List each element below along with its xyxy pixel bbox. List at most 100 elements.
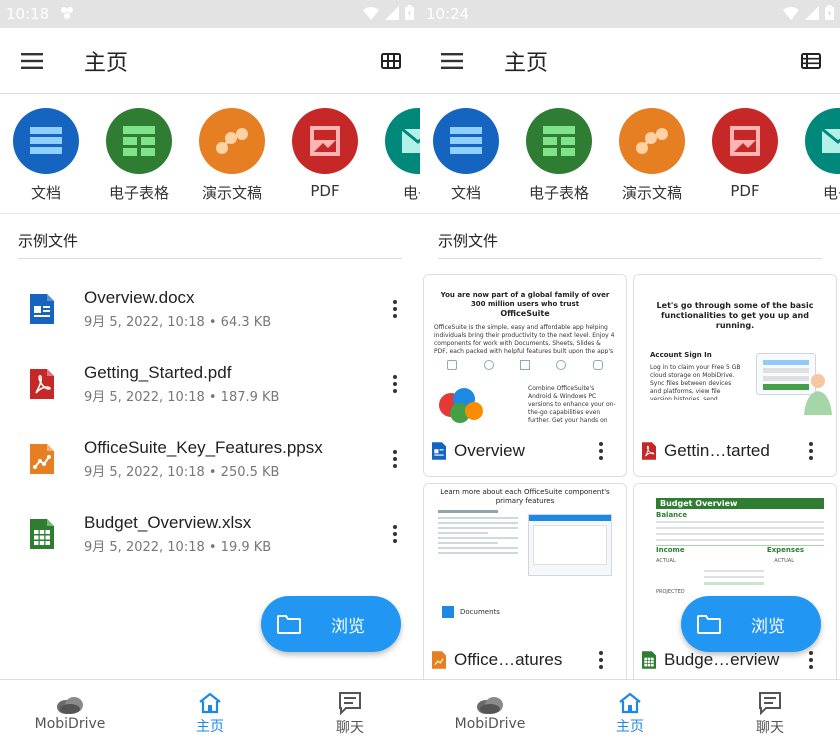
more-options-icon[interactable] (380, 449, 410, 468)
mail-icon (385, 108, 420, 174)
signal-icon (805, 5, 819, 24)
browse-button[interactable]: 浏览 (261, 596, 401, 652)
category-strip: 文档 电子表格 演示文稿 PDF 电 (0, 94, 420, 214)
presentations-icon (619, 108, 685, 174)
category-presentations[interactable]: 演示文稿 (618, 108, 686, 203)
cloud-icon (57, 696, 83, 714)
category-spreadsheets[interactable]: 电子表格 (525, 108, 593, 203)
spreadsheets-icon (106, 108, 172, 174)
nav-label: 主页 (616, 718, 644, 735)
thumb-text: Budget Overview (656, 498, 824, 509)
nav-label: MobiDrive (454, 715, 526, 732)
category-label: 电子 (402, 184, 420, 202)
file-card[interactable]: You are now part of a global family of o… (423, 274, 627, 477)
category-pdf[interactable]: PDF (291, 108, 359, 200)
more-options-icon[interactable] (380, 374, 410, 393)
documents-icon (13, 108, 79, 174)
more-options-icon[interactable] (380, 299, 410, 318)
bottom-nav: MobiDrive 主页 聊天 (0, 679, 420, 747)
grid-view-toggle[interactable] (362, 28, 420, 94)
nav-home[interactable]: 主页 (560, 680, 700, 747)
browse-label: 浏览 (751, 616, 785, 637)
thumb-row: ACTUAL ACTUAL (656, 558, 824, 564)
section-divider (438, 258, 822, 259)
file-meta: 9月 5, 2022, 10:18 • 250.5 KB (84, 464, 280, 480)
list-item[interactable]: Getting_Started.pdf 9月 5, 2022, 10:18 • … (0, 346, 420, 421)
file-name: Overview (454, 441, 525, 460)
section-title: 示例文件 (438, 232, 499, 250)
category-presentations[interactable]: 演示文稿 (198, 108, 266, 203)
home-icon (619, 692, 641, 713)
mail-icon (805, 108, 840, 174)
list-item[interactable]: Overview.docx 9月 5, 2022, 10:18 • 64.3 K… (0, 271, 420, 346)
browse-button[interactable]: 浏览 (681, 596, 821, 652)
status-time: 10:18 (6, 5, 50, 23)
hamburger-icon (441, 52, 463, 69)
category-label: 文档 (30, 184, 61, 202)
wifi-icon (363, 5, 379, 24)
page-title: 主页 (84, 50, 129, 76)
nav-label: 主页 (196, 718, 224, 735)
category-label: 演示文稿 (201, 184, 262, 202)
thumb-text: Let's go through some of the basic funct… (656, 301, 814, 330)
thumb-lines (656, 521, 824, 541)
battery-icon (405, 4, 414, 24)
more-options-icon[interactable] (796, 442, 826, 460)
spreadsheets-icon (526, 108, 592, 174)
thumb-stats (424, 354, 626, 370)
file-card[interactable]: Let's go through some of the basic funct… (633, 274, 837, 477)
thumb-text: Balance (656, 511, 688, 519)
list-item[interactable]: Budget_Overview.xlsx 9月 5, 2022, 10:18 •… (0, 496, 420, 571)
list-item[interactable]: OfficeSuite_Key_Features.ppsx 9月 5, 2022… (0, 421, 420, 496)
grid-view-icon (381, 52, 401, 69)
more-options-icon[interactable] (586, 442, 616, 460)
category-documents[interactable]: 文档 (12, 108, 80, 203)
nav-label: 聊天 (756, 719, 784, 736)
wifi-icon (783, 5, 799, 24)
notification-icon (59, 5, 75, 24)
list-view-icon (801, 52, 821, 69)
file-card[interactable]: Budget Overview Balance Income Expenses … (633, 483, 837, 686)
nav-chat[interactable]: 聊天 (700, 680, 840, 747)
nav-home[interactable]: 主页 (140, 680, 280, 747)
nav-mobidrive[interactable]: MobiDrive (0, 680, 140, 747)
folder-icon (697, 614, 721, 634)
status-bar: 10:24 (420, 0, 840, 28)
thumb-lines (704, 570, 824, 585)
list-view-toggle[interactable] (782, 28, 840, 94)
file-name: Office…atures (454, 650, 563, 669)
nav-mobidrive[interactable]: MobiDrive (420, 680, 560, 747)
file-card[interactable]: Learn more about each OfficeSuite compon… (423, 483, 627, 686)
file-name: OfficeSuite_Key_Features.ppsx (84, 437, 323, 457)
category-pdf[interactable]: PDF (711, 108, 779, 200)
category-label: PDF (310, 182, 340, 200)
presentations-icon (199, 108, 265, 174)
battery-icon (825, 4, 834, 24)
file-list: Overview.docx 9月 5, 2022, 10:18 • 64.3 K… (0, 259, 420, 571)
more-options-icon[interactable] (586, 651, 616, 669)
more-options-icon[interactable] (796, 651, 826, 669)
file-thumbnail: Learn more about each OfficeSuite compon… (424, 484, 626, 634)
menu-button[interactable] (420, 28, 484, 94)
category-label: 演示文稿 (621, 184, 682, 202)
menu-button[interactable] (0, 28, 64, 94)
section-title: 示例文件 (18, 232, 79, 250)
thumb-text: You are now part of a global family of o… (440, 291, 610, 308)
category-spreadsheets[interactable]: 电子表格 (105, 108, 173, 203)
file-thumbnail: Let's go through some of the basic funct… (634, 275, 836, 425)
category-mail[interactable]: 电子 (804, 108, 840, 203)
nav-label: 聊天 (336, 719, 364, 736)
thumb-text: Documents (460, 608, 500, 616)
nav-chat[interactable]: 聊天 (280, 680, 420, 747)
file-meta: 9月 5, 2022, 10:18 • 19.9 KB (84, 539, 272, 555)
thumb-text: Learn more about each OfficeSuite compon… (440, 488, 610, 505)
more-options-icon[interactable] (380, 524, 410, 543)
category-mail[interactable]: 电子 (384, 108, 420, 203)
thumb-text: ACTUAL (774, 558, 794, 564)
category-label: 电子 (822, 184, 840, 202)
docx-file-icon (0, 293, 84, 324)
category-label: 文档 (450, 184, 481, 202)
pdf-icon (712, 108, 778, 174)
category-documents[interactable]: 文档 (432, 108, 500, 203)
thumb-text: Log in to claim your Free 5 GB cloud sto… (650, 364, 741, 400)
